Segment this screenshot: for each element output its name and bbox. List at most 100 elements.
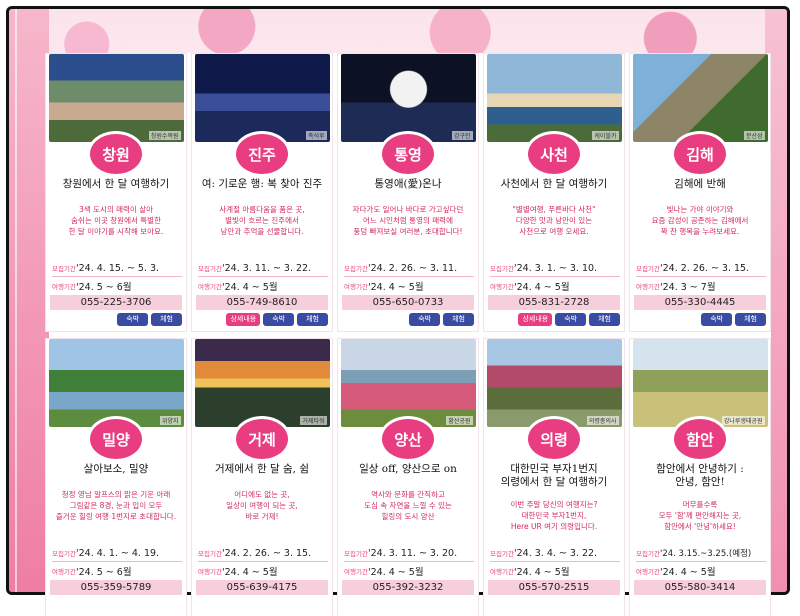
travel-period-row: 여행기간 '24. 4 ~ 5월 (490, 279, 620, 293)
recruit-period-row: 모집기간 '24. 2. 26. ~ 3. 15. (636, 260, 766, 277)
city-card-haman[interactable]: 강나루생태공원 함안 함안에서 안녕하기 : 안녕, 함안! 머무를수록 모두 … (630, 339, 770, 616)
photo-caption: 의령충의사 (586, 416, 619, 425)
city-card-uiryeong[interactable]: 의령충의사 의령 대한민국 부자1번지 의령에서 한 달 여행하기 이번 주말 … (484, 339, 624, 616)
recruit-period-row: 모집기간 '24. 4. 1. ~ 4. 19. (52, 545, 182, 562)
recruit-period-row: 모집기간 '24. 2. 26. ~ 3. 11. (344, 260, 474, 277)
card-description: 사계절 아름다움을 품은 곳, 별빛이 흐르는 진주에서 낭만과 추억을 선물합… (219, 205, 305, 236)
recruit-period-label: 모집기간 (636, 550, 660, 558)
travel-period-label: 여행기간 (52, 283, 76, 291)
card-description: 역사와 문화를 간직하고 도심 속 자연을 느낄 수 있는 힐링의 도시 양산 (364, 490, 452, 521)
city-photo: 강나루생태공원 (632, 339, 768, 427)
city-photo: 케이블카 (486, 54, 622, 142)
city-badge: 사천 (528, 134, 580, 174)
city-badge: 거제 (236, 419, 288, 459)
recruit-period-row: 모집기간 '24. 3. 4. ~ 3. 22. (490, 545, 620, 562)
photo-caption: 분산성 (743, 131, 765, 140)
experience-button[interactable]: 체험 (151, 313, 182, 326)
city-card-sacheon[interactable]: 케이블카 사천 사천에서 한 달 여행하기 "별별여행, 푸른바다 사천" 다양… (484, 54, 624, 331)
card-description: "별별여행, 푸른바다 사천" 다양한 맛과 낭만이 있는 사천으로 여행 오세… (512, 205, 596, 236)
card-title: 통영애(愛)온나 (374, 178, 442, 190)
travel-period-label: 여행기간 (636, 283, 660, 291)
city-badge: 함안 (674, 419, 726, 459)
photo-caption: 케이블카 (592, 131, 619, 140)
recruit-period-value: '24. 3.15.~3.25.(예정) (660, 549, 752, 559)
travel-period-value: '24. 4 ~ 5월 (368, 282, 424, 293)
phone-number: 055-392-3232 (342, 580, 474, 595)
travel-period-value: '24. 3 ~ 7월 (660, 282, 716, 293)
travel-period-row: 여행기간 '24. 4 ~ 5월 (198, 279, 328, 293)
travel-period-label: 여행기간 (198, 568, 222, 576)
recruit-period-row: 모집기간 '24. 4. 15. ~ 5. 3. (52, 260, 182, 277)
recruit-period-label: 모집기간 (490, 265, 514, 273)
detail-button[interactable]: 상세내용 (226, 313, 261, 326)
travel-period-row: 여행기간 '24. 4 ~ 5월 (198, 564, 328, 578)
card-title: 여: 기로운 행: 복 찾아 진주 (201, 178, 323, 190)
travel-period-value: '24. 4 ~ 5월 (368, 567, 424, 578)
stay-button[interactable]: 숙박 (409, 313, 441, 326)
recruit-period-row: 모집기간 '24. 3. 11. ~ 3. 22. (198, 260, 328, 277)
city-photo: 의령충의사 (486, 339, 622, 427)
recruit-period-label: 모집기간 (52, 550, 76, 558)
city-photo: 거제타워 (194, 339, 330, 427)
card-buttons: 상세내용 숙박 체험 (518, 313, 620, 326)
experience-button[interactable]: 체험 (589, 313, 620, 326)
stay-button[interactable]: 숙박 (263, 313, 295, 326)
experience-button[interactable]: 체험 (735, 313, 766, 326)
photo-caption: 황산공원 (446, 416, 473, 425)
travel-period-label: 여행기간 (344, 568, 368, 576)
stay-button[interactable]: 숙박 (701, 313, 733, 326)
travel-period-label: 여행기간 (490, 568, 514, 576)
detail-button[interactable]: 상세내용 (518, 313, 553, 326)
phone-number: 055-831-2728 (488, 295, 620, 310)
city-card-jinju[interactable]: 촉석루 진주 여: 기로운 행: 복 찾아 진주 사계절 아름다움을 품은 곳,… (192, 54, 332, 331)
city-photo: 위양지 (48, 339, 184, 427)
city-photo: 황산공원 (340, 339, 476, 427)
card-title: 창원에서 한 달 여행하기 (62, 178, 170, 190)
experience-button[interactable]: 체험 (297, 313, 328, 326)
phone-number: 055-639-4175 (196, 580, 328, 595)
phone-number: 055-225-3706 (50, 295, 182, 310)
city-card-miryang[interactable]: 위양지 밀양 살아보소, 밀양 청정 영남 알프스의 맑은 기운 아래 그림같은… (46, 339, 186, 616)
recruit-period-row: 모집기간 '24. 3. 11. ~ 3. 20. (344, 545, 474, 562)
city-card-tongyeong[interactable]: 강구안 통영 통영애(愛)온나 자다가도 일어나 바다로 가고싶다던 어느 시인… (338, 54, 478, 331)
recruit-period-label: 모집기간 (490, 550, 514, 558)
card-title: 사천에서 한 달 여행하기 (500, 178, 608, 190)
card-buttons: 상세내용 숙박 체험 (226, 313, 328, 326)
photo-caption: 촉석루 (305, 131, 327, 140)
city-card-geoje[interactable]: 거제타워 거제 거제에서 한 달 숨, 쉼 어디에도 없는 곳, 일상이 여행이… (192, 339, 332, 616)
phone-number: 055-570-2515 (488, 580, 620, 595)
recruit-period-value: '24. 4. 15. ~ 5. 3. (76, 262, 160, 274)
card-description: 3색 도시의 매력이 살아 숨쉬는 이곳 창원에서 특별한 한 달 이야기를 시… (68, 205, 164, 236)
recruit-period-value: '24. 2. 26. ~ 3. 15. (660, 262, 750, 274)
photo-caption: 위양지 (159, 416, 181, 425)
city-photo: 촉석루 (194, 54, 330, 142)
card-title: 김해에 반해 (674, 178, 726, 190)
travel-period-row: 여행기간 '24. 4 ~ 5월 (636, 564, 766, 578)
travel-period-value: '24. 5 ~ 6월 (76, 567, 132, 578)
recruit-period-row: 모집기간 '24. 2. 26. ~ 3. 15. (198, 545, 328, 562)
travel-period-value: '24. 4 ~ 5월 (660, 567, 716, 578)
recruit-period-label: 모집기간 (52, 265, 76, 273)
phone-number: 055-749-8610 (196, 295, 328, 310)
travel-period-value: '24. 4 ~ 5월 (514, 282, 570, 293)
city-photo: 창원수목원 (48, 54, 184, 142)
city-card-changwon[interactable]: 창원수목원 창원 창원에서 한 달 여행하기 3색 도시의 매력이 살아 숨쉬는… (46, 54, 186, 331)
city-badge: 진주 (236, 134, 288, 174)
recruit-period-value: '24. 3. 4. ~ 3. 22. (514, 547, 598, 559)
experience-button[interactable]: 체험 (443, 313, 474, 326)
travel-period-value: '24. 4 ~ 5월 (222, 567, 278, 578)
card-buttons: 숙박 체험 (409, 313, 474, 326)
recruit-period-label: 모집기간 (344, 265, 368, 273)
left-decor-strip (9, 9, 49, 592)
card-description: 빛나는 가야 이야기와 요즘 감성이 공존하는 김해에서 꽉 찬 행복을 누려보… (651, 205, 749, 236)
stay-button[interactable]: 숙박 (555, 313, 587, 326)
recruit-period-value: '24. 3. 11. ~ 3. 22. (222, 262, 312, 274)
city-card-yangsan[interactable]: 황산공원 양산 일상 off, 양산으로 on 역사와 문화를 간직하고 도심 … (338, 339, 478, 616)
card-buttons: 숙박 체험 (701, 313, 766, 326)
city-card-gimhae[interactable]: 분산성 김해 김해에 반해 빛나는 가야 이야기와 요즘 감성이 공존하는 김해… (630, 54, 770, 331)
travel-period-label: 여행기간 (52, 568, 76, 576)
phone-number: 055-650-0733 (342, 295, 474, 310)
city-badge: 창원 (90, 134, 142, 174)
stay-button[interactable]: 숙박 (117, 313, 149, 326)
recruit-period-value: '24. 3. 1. ~ 3. 10. (514, 262, 598, 274)
